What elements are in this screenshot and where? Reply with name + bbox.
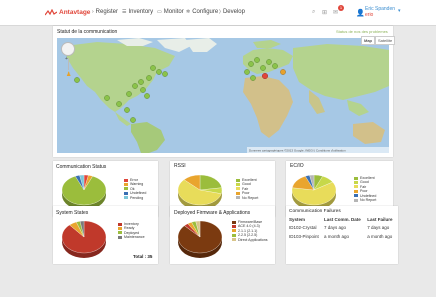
rssi-legend: Excellent Good Fair Poor No Report [236,178,258,200]
nav-configure-label: Configure [192,9,219,15]
communication-failures-title: Communication Failures [289,209,341,214]
system-states-legend: Inventory Ready Deployed Maintenance [118,222,145,240]
brand-name[interactable]: Antavtage [59,9,90,16]
user-icon: 👤 [356,10,365,17]
system-states-title: System States [56,210,89,216]
list-icon: ☰ [122,9,127,15]
ecio-title: EC/IO [290,163,304,169]
map-attribution: Donnees cartographiques ©2013 Google, IN… [249,149,346,153]
world-map-drawing: Donnees cartographiques ©2013 Google, IN… [57,38,389,153]
nav-inventory[interactable]: ☰ Inventory [122,9,153,15]
notification-badge: 1 [338,5,344,11]
nav-register-label: Register [95,9,119,15]
top-bar: Antavtage › Register ☰ Inventory ▭ Monit… [0,0,436,26]
nav-inventory-label: Inventory [128,9,154,15]
communication-failures-table: System Last Comm. Date Last Failure ID10… [289,216,397,241]
table-row[interactable]: ID103-Pinpoint a month ago a month ago [289,232,397,241]
table-header-row: System Last Comm. Date Last Failure [289,216,397,223]
mail-icon[interactable]: ✉ [333,9,338,16]
map-pan-control[interactable] [61,42,75,56]
grid-icon[interactable]: ⊞ [322,9,327,16]
brand-logo-icon [45,9,57,16]
zoom-in-icon[interactable]: + [65,56,68,62]
chevron-down-icon[interactable]: ▾ [398,8,401,14]
code-icon: ⟩ [219,9,221,15]
nav-monitor-label: Monitor [163,9,184,15]
pie-slice-excellent [199,174,222,191]
firmware-legend: Firmware/Base ACE 4.0 (4.3) 2.1.1 (2.1.1… [232,220,268,242]
map-title: Statut de la communication [57,29,118,35]
cell-last-failure: a month ago [367,234,393,239]
nav-configure[interactable]: ✲ Configure [186,9,218,15]
communication-map-card: Statut de la communication Donnees carto… [53,26,393,157]
system-states-pie [61,220,107,258]
map-type-toggle[interactable]: Map Satellite [361,36,396,45]
legend-item: Direct Applications [232,238,268,242]
legend-item: Maintenance [118,235,145,239]
firmware-title: Deployed Firmware & Applications [174,210,251,216]
nav-develop-label: Develop [222,9,245,15]
firmware-pie [177,220,223,258]
cell-last-comm: 7 days ago [324,225,347,230]
column-header-system[interactable]: System [289,216,324,223]
rssi-title: RSSI [174,163,186,169]
legend-item: No Report [354,198,376,202]
map-legend-link[interactable]: Status de nos des problemes [336,29,388,34]
legend-item: No Report [236,196,258,200]
nav-develop[interactable]: ⟩ Develop [219,9,245,15]
street-view-icon[interactable]: ♟ [66,71,71,78]
search-icon[interactable]: ⌕ [312,9,315,16]
cell-system[interactable]: ID102-Crystal [289,223,324,232]
cell-system[interactable]: ID103-Pinpoint [289,232,324,241]
system-states-total: Total : 35 [133,254,153,259]
monitor-icon: ▭ [157,9,162,15]
table-row[interactable]: ID102-Crystal 7 days ago 7 days ago [289,223,397,232]
map-type-satellite[interactable]: Satellite [375,36,396,45]
column-header-last-failure[interactable]: Last Failure [367,216,397,223]
nav-register[interactable]: › Register [92,9,118,15]
communication-status-title: Communication Status [56,164,107,170]
user-menu[interactable]: Eric Spanden erio [365,6,395,18]
column-header-last-comm[interactable]: Last Comm. Date [324,216,367,223]
communication-status-legend: Error Warning Ok Undefined Pending [124,178,146,200]
user-role: erio [365,12,374,18]
chevron-right-icon: › [92,9,94,15]
nav-monitor[interactable]: ▭ Monitor [157,9,184,15]
ecio-legend: Excellent Good Fair Poor Undefined No Re… [354,176,376,202]
map-type-map[interactable]: Map [361,36,375,45]
gear-icon: ✲ [186,9,191,15]
map-zoom-slider[interactable] [68,58,69,70]
legend-item: Pending [124,196,146,200]
world-map[interactable]: Donnees cartographiques ©2013 Google, IN… [57,38,389,153]
cell-last-comm: a month ago [324,234,350,239]
cell-last-failure: 7 days ago [367,225,390,230]
